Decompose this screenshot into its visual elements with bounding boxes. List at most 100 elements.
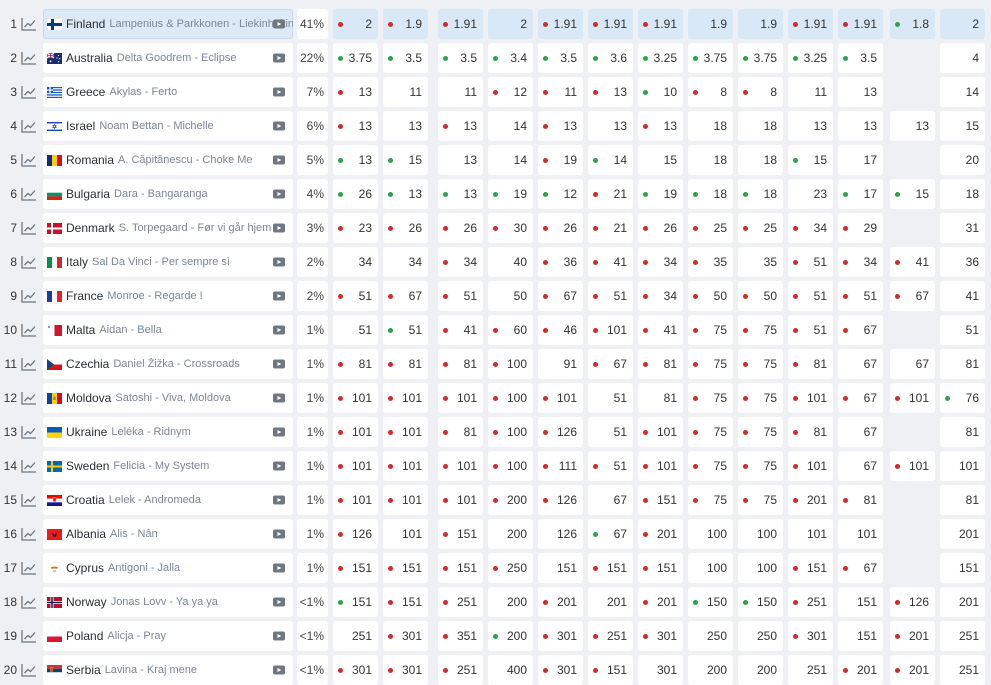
country-entry[interactable]: Australia Delta Goodrem - Eclipse (43, 43, 293, 73)
video-play-icon[interactable] (273, 86, 285, 98)
odds-cell[interactable]: 251 (788, 587, 833, 617)
odds-cell[interactable]: 3.75 (688, 43, 733, 73)
odds-cell[interactable]: 101 (333, 417, 378, 447)
odds-cell[interactable]: 1.91 (838, 9, 883, 39)
odds-cell[interactable]: 10 (638, 77, 683, 107)
odds-cell[interactable]: 101 (588, 315, 633, 345)
odds-cell[interactable]: 100 (488, 383, 533, 413)
odds-cell[interactable]: 150 (688, 587, 733, 617)
odds-cell[interactable]: 101 (383, 451, 428, 481)
odds-cell[interactable]: 201 (838, 655, 883, 685)
odds-cell[interactable]: 151 (588, 553, 633, 583)
video-play-icon[interactable] (273, 494, 285, 506)
video-play-icon[interactable] (273, 222, 285, 234)
odds-cell[interactable]: 3.5 (383, 43, 428, 73)
odds-cell[interactable]: 23 (333, 213, 378, 243)
odds-cell[interactable]: 1.9 (688, 9, 733, 39)
odds-cell[interactable]: 15 (788, 145, 833, 175)
country-entry[interactable]: Czechia Daniel Žižka - Crossroads (43, 349, 293, 379)
video-play-icon[interactable] (273, 324, 285, 336)
odds-cell[interactable]: 18 (688, 179, 733, 209)
odds-cell[interactable]: 301 (538, 621, 583, 651)
odds-cell[interactable]: 35 (688, 247, 733, 277)
odds-cell[interactable]: 301 (538, 655, 583, 685)
trend-chart-icon[interactable] (21, 119, 37, 133)
odds-cell[interactable]: 3.25 (788, 43, 833, 73)
odds-cell[interactable]: 25 (688, 213, 733, 243)
trend-chart-icon[interactable] (21, 357, 37, 371)
odds-cell[interactable]: 67 (838, 383, 883, 413)
odds-cell[interactable]: 250 (688, 621, 733, 651)
trend-chart-icon[interactable] (21, 153, 37, 167)
odds-cell[interactable]: 101 (333, 451, 378, 481)
odds-cell[interactable]: 34 (333, 247, 378, 277)
video-play-icon[interactable] (273, 562, 285, 574)
odds-cell[interactable]: 251 (940, 655, 985, 685)
odds-cell[interactable]: 67 (890, 349, 935, 379)
odds-cell[interactable]: 201 (538, 587, 583, 617)
odds-cell[interactable]: 1.9 (738, 9, 783, 39)
odds-cell[interactable]: 51 (588, 417, 633, 447)
video-play-icon[interactable] (273, 460, 285, 472)
odds-cell[interactable]: 101 (383, 485, 428, 515)
odds-cell[interactable]: 75 (738, 451, 783, 481)
odds-cell[interactable]: 51 (788, 315, 833, 345)
trend-chart-icon[interactable] (21, 323, 37, 337)
odds-cell[interactable]: 15 (890, 179, 935, 209)
odds-cell[interactable]: 3.5 (538, 43, 583, 73)
odds-cell[interactable]: 101 (788, 383, 833, 413)
odds-cell[interactable]: 301 (638, 621, 683, 651)
odds-cell[interactable]: 13 (383, 111, 428, 141)
odds-cell[interactable]: 75 (738, 383, 783, 413)
odds-cell[interactable]: 41 (890, 247, 935, 277)
odds-cell[interactable]: 13 (333, 111, 378, 141)
odds-cell[interactable]: 67 (838, 417, 883, 447)
odds-cell[interactable]: 36 (940, 247, 985, 277)
odds-cell[interactable]: 101 (638, 417, 683, 447)
video-play-icon[interactable] (273, 664, 285, 676)
odds-cell[interactable]: 3.4 (488, 43, 533, 73)
odds-cell[interactable]: 101 (438, 451, 483, 481)
odds-cell[interactable]: 26 (438, 213, 483, 243)
odds-cell[interactable]: 13 (438, 145, 483, 175)
odds-cell[interactable]: 151 (588, 655, 633, 685)
odds-cell[interactable]: 81 (788, 417, 833, 447)
odds-cell[interactable]: 51 (588, 451, 633, 481)
odds-cell[interactable]: 26 (638, 213, 683, 243)
odds-cell[interactable]: 100 (488, 349, 533, 379)
odds-cell[interactable]: 81 (438, 349, 483, 379)
odds-cell[interactable]: 101 (438, 485, 483, 515)
video-play-icon[interactable] (273, 392, 285, 404)
odds-cell[interactable]: 67 (838, 451, 883, 481)
odds-cell[interactable]: 2 (488, 9, 533, 39)
odds-cell[interactable]: 13 (383, 179, 428, 209)
odds-cell[interactable]: 67 (538, 281, 583, 311)
odds-cell[interactable]: 151 (333, 553, 378, 583)
country-entry[interactable]: Ukraine Leléka - Ridnym (43, 417, 293, 447)
odds-cell[interactable]: 13 (838, 77, 883, 107)
country-entry[interactable]: Sweden Felicia - My System (43, 451, 293, 481)
odds-cell[interactable]: 200 (738, 655, 783, 685)
odds-cell[interactable]: 67 (838, 315, 883, 345)
odds-cell[interactable]: 151 (940, 553, 985, 583)
odds-cell[interactable]: 201 (638, 519, 683, 549)
odds-cell[interactable]: 14 (488, 111, 533, 141)
odds-cell[interactable]: 301 (638, 655, 683, 685)
odds-cell[interactable]: 75 (688, 349, 733, 379)
odds-cell[interactable]: 19 (638, 179, 683, 209)
trend-chart-icon[interactable] (21, 629, 37, 643)
odds-cell[interactable]: 200 (488, 587, 533, 617)
odds-cell[interactable]: 101 (383, 417, 428, 447)
trend-chart-icon[interactable] (21, 391, 37, 405)
odds-cell[interactable]: 200 (488, 485, 533, 515)
odds-cell[interactable]: 100 (738, 553, 783, 583)
odds-cell[interactable]: 34 (788, 213, 833, 243)
odds-cell[interactable]: 81 (940, 485, 985, 515)
odds-cell[interactable]: 76 (940, 383, 985, 413)
odds-cell[interactable]: 26 (538, 213, 583, 243)
country-entry[interactable]: Bulgaria Dara - Bangaranga (43, 179, 293, 209)
odds-cell[interactable]: 67 (588, 349, 633, 379)
odds-cell[interactable]: 101 (890, 383, 935, 413)
odds-cell[interactable]: 23 (788, 179, 833, 209)
country-entry[interactable]: Denmark S. Torpegaard - Før vi går hjem (43, 213, 293, 243)
